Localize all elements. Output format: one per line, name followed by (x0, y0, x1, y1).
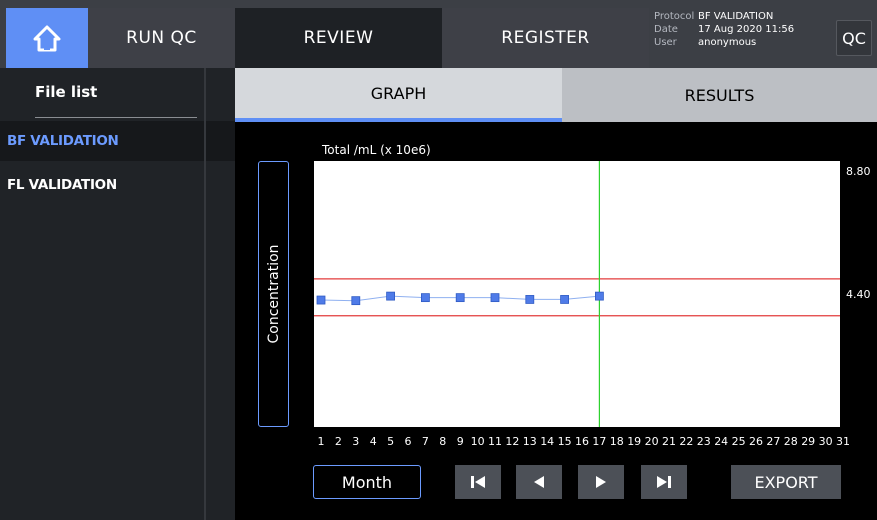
x-tick-label: 2 (335, 435, 342, 448)
data-point-4 (420, 293, 430, 303)
x-tick-label: 21 (662, 435, 676, 448)
y-tick-label: 8.80 (846, 165, 871, 178)
y-tick-label: 4.40 (846, 288, 871, 301)
next-icon (596, 476, 606, 488)
x-tick-label: 30 (819, 435, 833, 448)
x-tick-label: 11 (488, 435, 502, 448)
data-point-3 (386, 291, 396, 301)
data-point-7 (525, 295, 535, 304)
next-button[interactable] (578, 465, 624, 499)
x-tick-label: 15 (558, 435, 572, 448)
x-tick-label: 1 (318, 435, 325, 448)
x-tick-label: 26 (749, 435, 763, 448)
x-tick-label: 5 (387, 435, 394, 448)
skip-last-icon (657, 476, 671, 488)
prev-icon (534, 476, 544, 488)
x-tick-label: 23 (697, 435, 711, 448)
x-tick-label: 20 (645, 435, 659, 448)
x-tick-label: 22 (679, 435, 693, 448)
data-point-5 (455, 293, 465, 303)
previous-button[interactable] (516, 465, 562, 499)
x-tick-label: 13 (523, 435, 537, 448)
x-tick-label: 12 (505, 435, 519, 448)
x-tick-label: 31 (836, 435, 850, 448)
data-point-1 (316, 295, 326, 305)
x-tick-label: 25 (732, 435, 746, 448)
x-tick-label: 14 (540, 435, 554, 448)
data-point-6 (490, 293, 500, 303)
x-tick-label: 7 (422, 435, 429, 448)
x-tick-label: 16 (575, 435, 589, 448)
x-tick-label: 29 (801, 435, 815, 448)
data-point-8 (560, 295, 569, 304)
skip-first-icon (471, 476, 485, 488)
x-tick-label: 10 (471, 435, 485, 448)
export-button[interactable]: EXPORT (731, 465, 841, 499)
x-tick-label: 6 (405, 435, 412, 448)
x-tick-label: 18 (610, 435, 624, 448)
x-tick-label: 28 (784, 435, 798, 448)
last-button[interactable] (641, 465, 687, 499)
data-point-9 (595, 291, 604, 301)
x-tick-label: 9 (457, 435, 464, 448)
qc-chart: 1 2 3 4 5 6 7 8 9 10 11 12 13 14 15 16 17 18 19 20 21 22 23 24 2… (314, 161, 871, 448)
x-tick-label: 8 (439, 435, 446, 448)
x-tick-label: 19 (627, 435, 641, 448)
data-point-2 (351, 296, 361, 306)
x-tick-label: 17 (592, 435, 606, 448)
x-tick-label: 4 (370, 435, 377, 448)
x-tick-label: 3 (352, 435, 359, 448)
month-button[interactable]: Month (313, 465, 421, 499)
x-tick-label: 27 (766, 435, 780, 448)
x-tick-label: 24 (714, 435, 728, 448)
first-button[interactable] (455, 465, 501, 499)
